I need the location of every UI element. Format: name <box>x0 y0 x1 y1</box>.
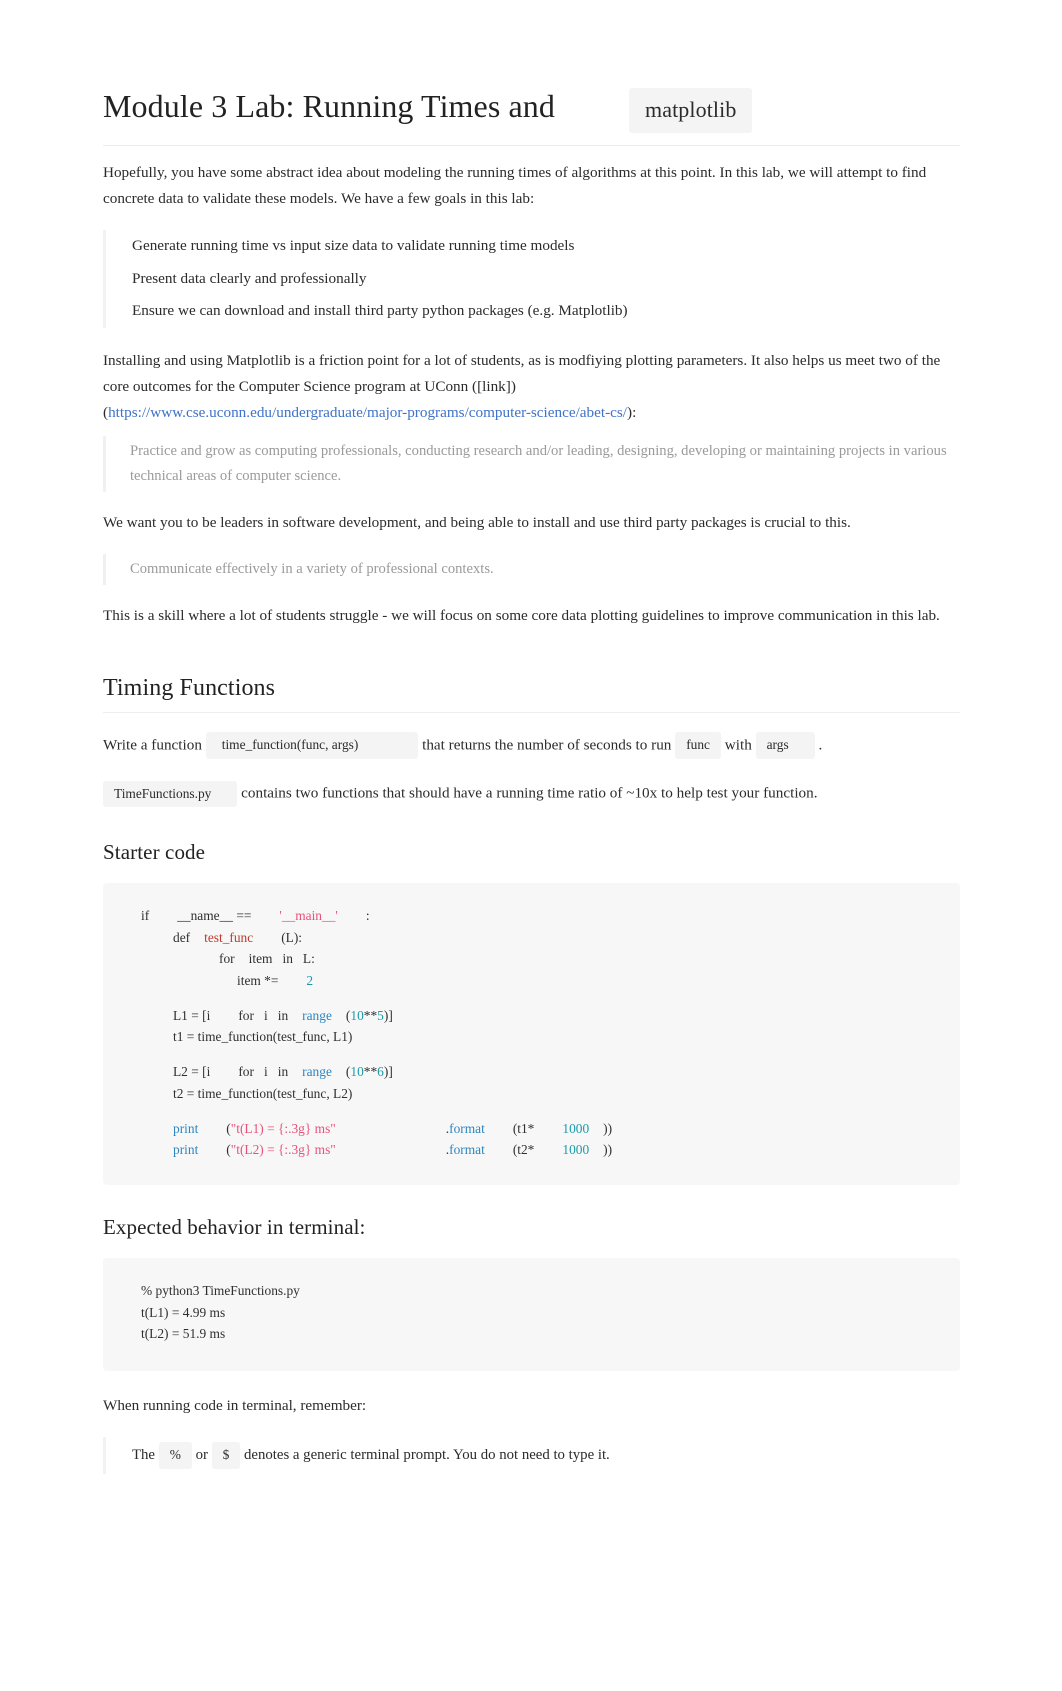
code-token-l2-assign: L2 = [i <box>173 1064 211 1080</box>
code-token-for: for <box>219 951 235 967</box>
code-token-pow-1: ** <box>363 1007 378 1023</box>
code-token-print-string-1: "t(L1) = {:.3g} ms" <box>230 1120 336 1136</box>
percent-prompt-code: % <box>158 1442 192 1469</box>
code-token-main-string: '__main__' <box>279 907 338 923</box>
code-token-print-2: print <box>173 1142 199 1158</box>
code-token-print-1: print <box>173 1120 199 1136</box>
code-token-two: 2 <box>306 973 314 988</box>
sentence-period: . <box>818 736 823 754</box>
outcome-two-blockquote: Communicate effectively in a variety of … <box>103 554 960 585</box>
terminal-line-t1: t(L1) = 4.99 ms <box>141 1304 226 1320</box>
list-item: Ensure we can download and install third… <box>132 302 628 320</box>
document-page: Module 3 Lab: Running Times and matplotli… <box>0 0 1062 1691</box>
outcome-one-blockquote: Practice and grow as computing professio… <box>103 436 960 492</box>
code-token-t1-assign: t1 = time_function(test_func, L1) <box>173 1029 353 1045</box>
dollar-prompt-code: $ <box>211 1442 241 1469</box>
note-or: or <box>195 1447 208 1464</box>
code-token-pow-2: ** <box>363 1064 378 1080</box>
code-token-def-args: (L): <box>281 929 303 945</box>
code-token-format-1: format <box>449 1120 485 1136</box>
terminal-line-t2: t(L2) = 51.9 ms <box>141 1326 226 1342</box>
matplotlib-paragraph-text: Installing and using Matplotlib is a fri… <box>103 351 941 395</box>
code-token-item-mul: item *= <box>237 973 279 988</box>
code-token-format-2: format <box>449 1142 485 1158</box>
matplotlib-paragraph: Installing and using Matplotlib is a fri… <box>103 348 960 426</box>
code-token-range-1: range <box>302 1007 332 1023</box>
code-token-colon: : <box>365 907 370 923</box>
timefunctions-file-line: TimeFunctions.py contains two functions … <box>103 777 960 809</box>
page-title: Module 3 Lab: Running Times and matplotli… <box>103 86 960 146</box>
write-middle: that returns the number of seconds to ru… <box>422 736 672 754</box>
intro-paragraph: Hopefully, you have some abstract idea a… <box>103 163 927 208</box>
code-token-six: 6 <box>377 1064 384 1080</box>
code-token-close-2: )] <box>383 1064 393 1080</box>
code-token-print-close-2: )) <box>603 1142 613 1158</box>
timefunctions-file-sentence: contains two functions that should have … <box>241 784 818 802</box>
code-token-t2-assign: t2 = time_function(test_func, L2) <box>173 1085 353 1101</box>
code-token-thousand-2: 1000 <box>562 1142 590 1158</box>
terminal-line-command: % python3 TimeFunctions.py <box>141 1282 300 1298</box>
list-item: Generate running time vs input size data… <box>132 237 575 255</box>
write-prefix: Write a function <box>103 736 202 754</box>
leaders-paragraph: We want you to be leaders in software de… <box>103 513 851 531</box>
code-token-ten-2: 10 <box>350 1064 364 1080</box>
timefunctions-file-code: TimeFunctions.py <box>103 780 238 808</box>
code-token-thousand-1: 1000 <box>562 1120 590 1136</box>
time-function-signature-code: time_function(func, args) <box>205 732 419 759</box>
code-token-close-1: )] <box>383 1007 393 1023</box>
code-token-print-string-2: "t(L2) = {:.3g} ms" <box>230 1142 336 1158</box>
section-timing-functions: Timing Functions <box>103 675 960 713</box>
code-token-def: def <box>173 929 191 945</box>
code-token-l1-assign: L1 = [i <box>173 1007 211 1023</box>
code-token-five: 5 <box>377 1007 384 1023</box>
closing-paragraph: This is a skill where a lot of students … <box>103 606 940 624</box>
code-token-range-2: range <box>302 1064 332 1080</box>
code-token-l2-for: for i in <box>238 1064 289 1080</box>
note-suffix: denotes a generic terminal prompt. You d… <box>244 1447 610 1464</box>
code-token-t2-arg: (t2* <box>512 1142 535 1158</box>
note-prefix: The <box>132 1447 156 1464</box>
list-item: Present data clearly and professionally <box>132 269 367 287</box>
link-close-paren: ): <box>627 404 637 422</box>
code-token-test-func: test_func <box>204 929 254 945</box>
subsection-expected-behavior: Expected behavior in terminal: <box>103 1214 366 1239</box>
code-token-t1-arg: (t1* <box>512 1120 535 1136</box>
terminal-output-block: % python3 TimeFunctions.py t(L1) = 4.99 … <box>103 1257 960 1372</box>
starter-code-block: if __name__ == '__main__': def test_func (L)… <box>103 882 960 1185</box>
code-token-name-eq: __name__ == <box>177 907 252 923</box>
subsection-starter-code: Starter code <box>103 839 206 864</box>
outcome-two-text: Communicate effectively in a variety of … <box>130 561 494 578</box>
outcome-one-text: Practice and grow as computing professio… <box>130 443 947 485</box>
page-title-text: Module 3 Lab: Running Times and <box>103 88 556 124</box>
page-title-code: matplotlib <box>629 88 753 133</box>
remember-paragraph: When running code in terminal, remember: <box>103 1397 367 1415</box>
goals-list: Generate running time vs input size data… <box>103 230 960 328</box>
code-token-l1-for: for i in <box>238 1007 289 1023</box>
code-token-for-rest: item in L: <box>248 951 315 967</box>
abet-outcomes-link[interactable]: https://www.cse.uconn.edu/undergraduate/… <box>108 404 627 421</box>
func-code: func <box>675 732 721 759</box>
args-code: args <box>755 732 815 759</box>
with-word: with <box>724 736 752 754</box>
code-token-ten-1: 10 <box>350 1007 364 1023</box>
terminal-prompt-note: The % or $ denotes a generic terminal pr… <box>103 1437 960 1474</box>
write-function-line: Write a function time_function(func, arg… <box>103 729 960 761</box>
code-token-print-close-1: )) <box>603 1120 613 1136</box>
code-token-if: if <box>141 907 150 923</box>
